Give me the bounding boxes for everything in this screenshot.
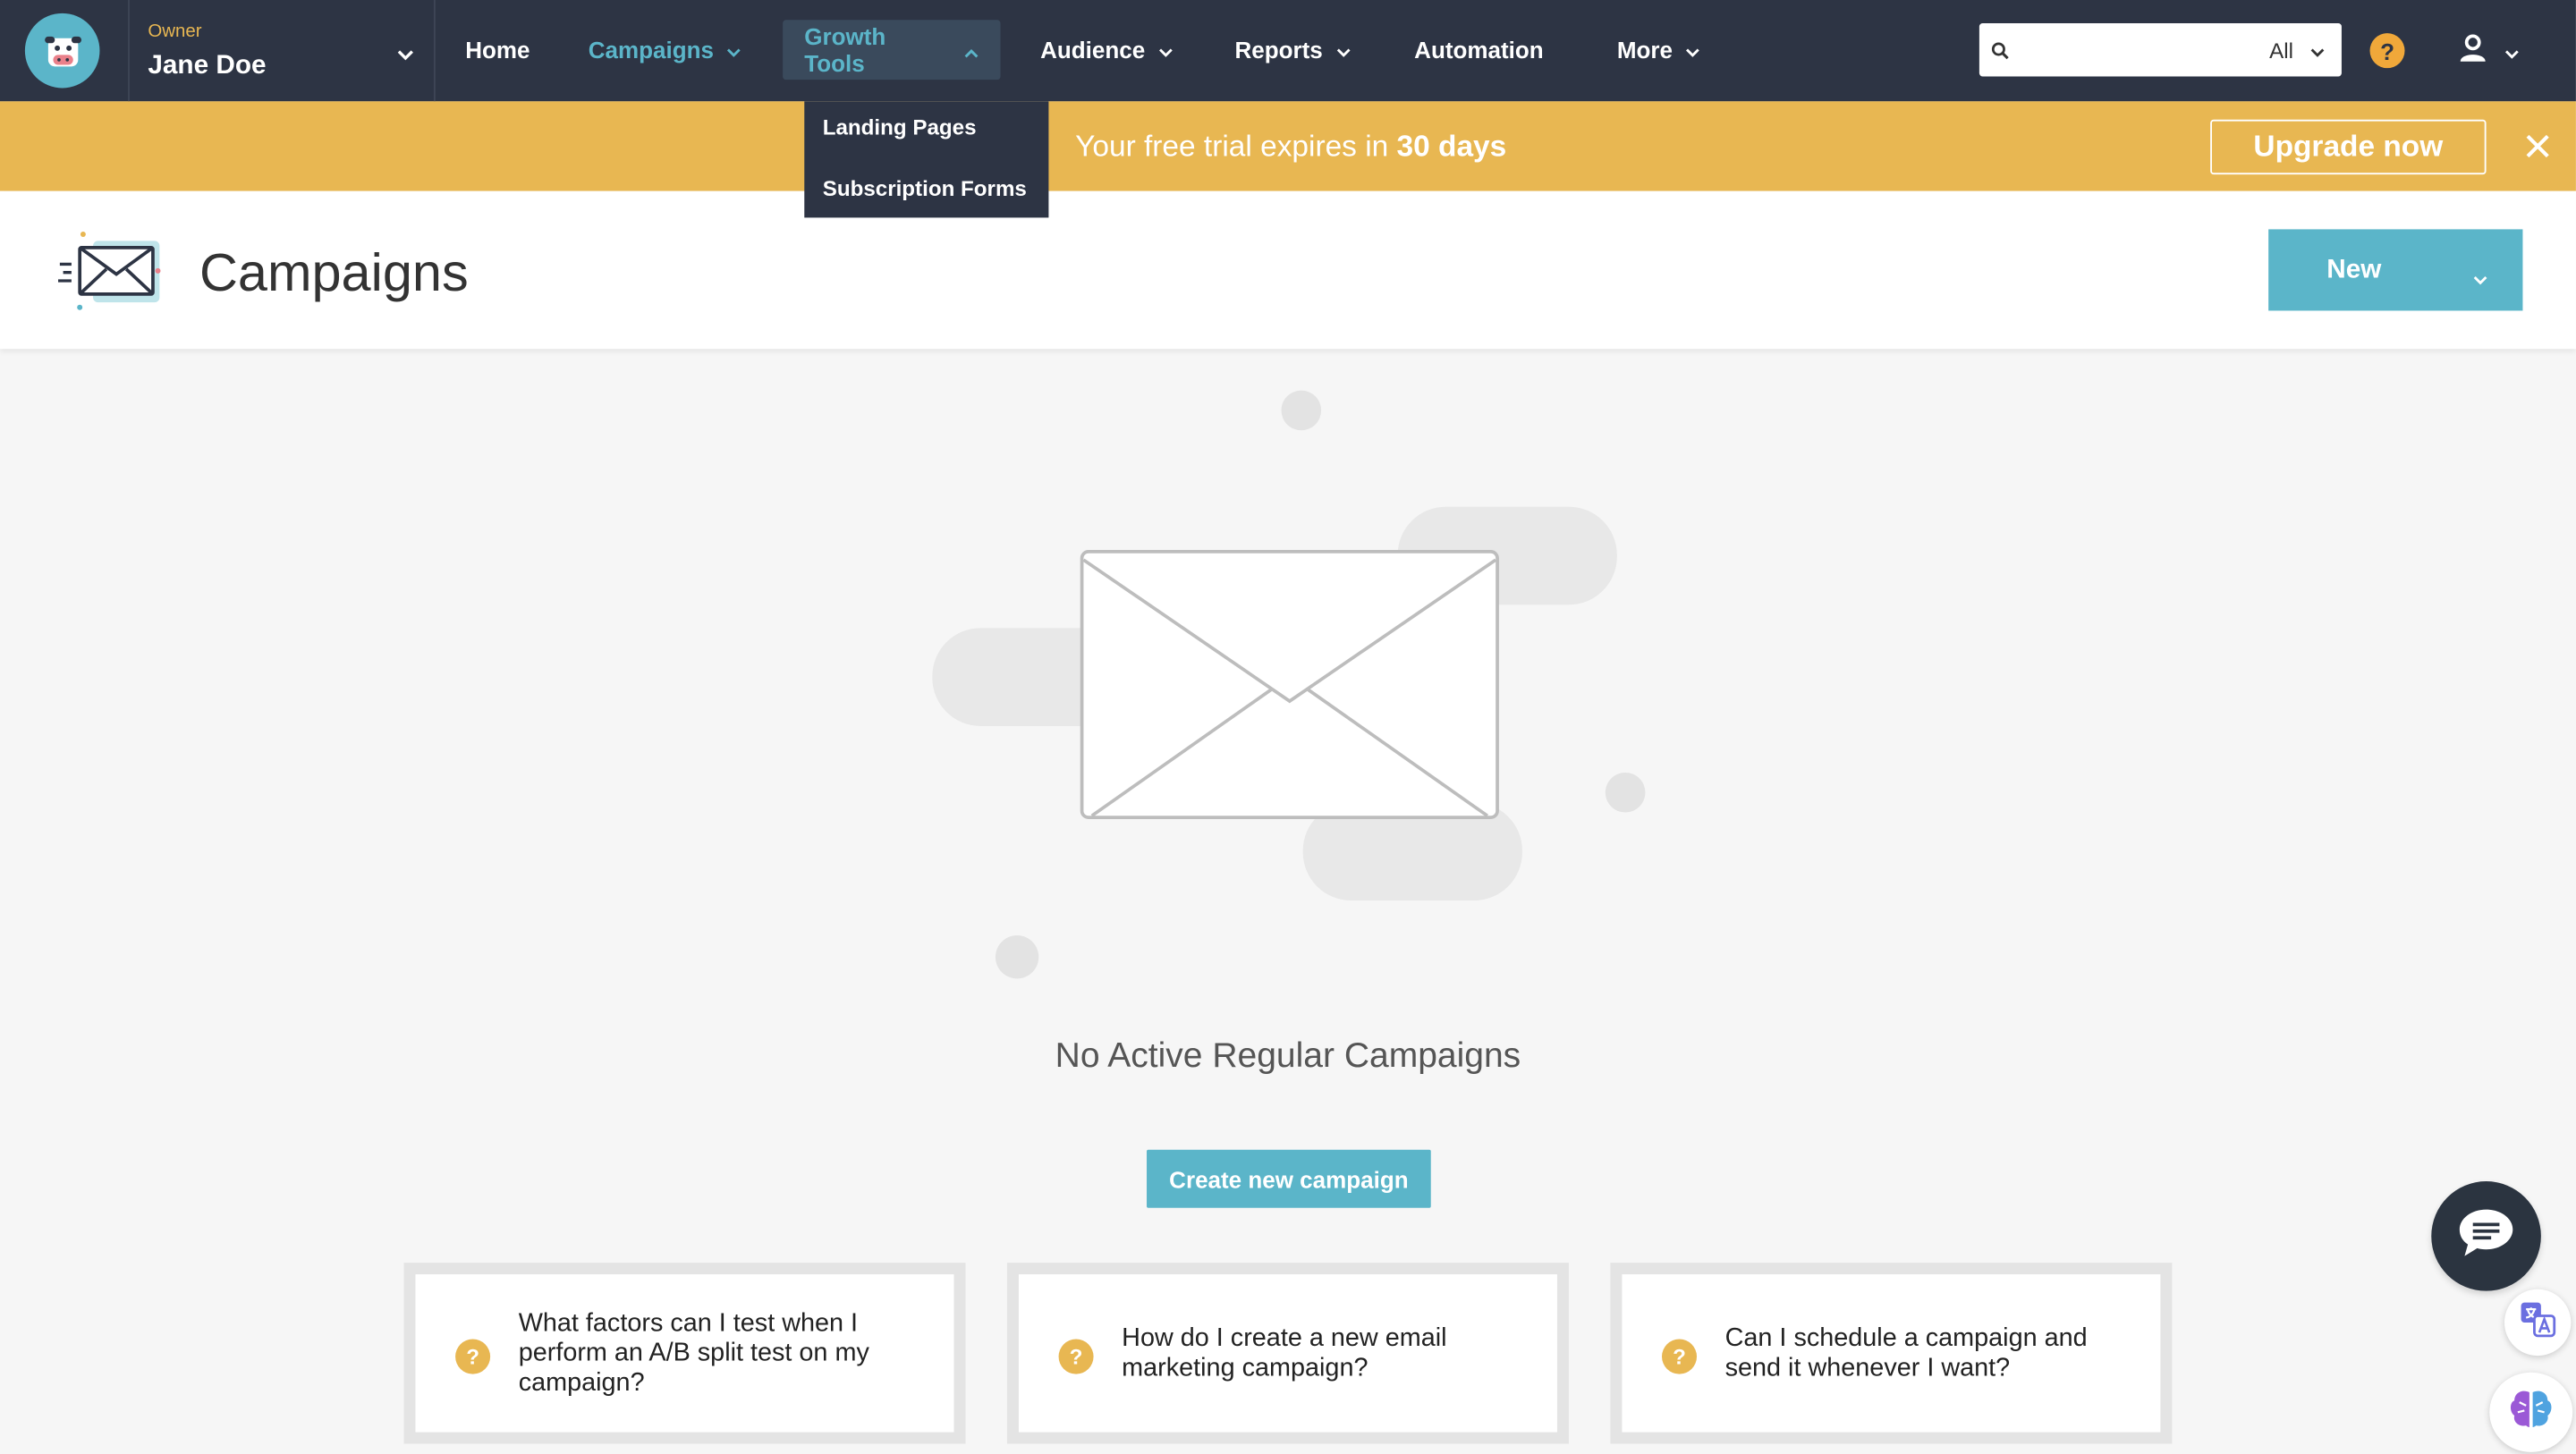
chevron-down-icon xyxy=(2504,38,2520,67)
nav-home-label: Home xyxy=(465,36,530,63)
help-icon[interactable]: ? xyxy=(2369,33,2405,69)
search-icon xyxy=(1991,38,2009,68)
menu-item-subscription-forms[interactable]: Subscription Forms xyxy=(804,174,1048,236)
nav-growth-tools-label: Growth Tools xyxy=(804,23,886,77)
search-input[interactable] xyxy=(2019,30,2252,71)
chevron-down-icon xyxy=(1686,37,1701,63)
nav-reports-label: Reports xyxy=(1234,36,1323,63)
upgrade-button[interactable]: Upgrade now xyxy=(2210,119,2487,175)
account-role: Owner xyxy=(148,21,202,42)
account-switcher[interactable]: Owner Jane Doe xyxy=(128,0,436,102)
nav-growth-tools[interactable]: Growth Tools xyxy=(783,20,1001,80)
chat-button[interactable] xyxy=(2431,1181,2541,1291)
search-scope-select[interactable]: All xyxy=(2269,23,2325,76)
page-title: Campaigns xyxy=(199,242,469,303)
growth-tools-menu: Landing Pages Subscription Forms xyxy=(804,101,1049,218)
nav-campaigns-label: Campaigns xyxy=(588,36,714,63)
faq-card[interactable]: ? What factors can I test when I perform… xyxy=(403,1263,966,1444)
nav-automation[interactable]: Automation xyxy=(1393,20,1565,80)
question-icon: ? xyxy=(1058,1339,1094,1374)
close-icon[interactable] xyxy=(2524,133,2551,168)
trial-message: Your free trial expires in 30 days xyxy=(1075,130,1506,165)
create-campaign-button[interactable]: Create new campaign xyxy=(1147,1149,1431,1208)
question-icon: ? xyxy=(1662,1339,1698,1374)
user-icon xyxy=(2458,33,2487,72)
trial-days: 30 days xyxy=(1396,129,1507,164)
faq-question: Can I schedule a campaign and send it wh… xyxy=(1724,1323,2088,1382)
new-button-label: New xyxy=(2326,255,2382,283)
chevron-up-icon xyxy=(964,37,979,63)
faq-card[interactable]: ? How do I create a new email marketing … xyxy=(1006,1263,1569,1444)
nav-home[interactable]: Home xyxy=(444,20,552,80)
nav-audience[interactable]: Audience xyxy=(1019,20,1195,80)
chat-icon xyxy=(2456,1205,2516,1267)
page-header: Campaigns New xyxy=(0,190,2576,350)
chevron-down-icon xyxy=(1336,37,1352,63)
chevron-down-icon xyxy=(397,40,414,70)
new-button[interactable]: New xyxy=(2268,229,2523,311)
question-icon: ? xyxy=(455,1339,491,1374)
faq-card[interactable]: ? Can I schedule a campaign and send it … xyxy=(1610,1263,2173,1444)
translate-icon xyxy=(2520,1300,2556,1345)
menu-item-landing-pages[interactable]: Landing Pages xyxy=(804,113,1048,174)
faq-card-body: ? How do I create a new email marketing … xyxy=(1018,1274,1557,1433)
faq-card-body: ? What factors can I test when I perform… xyxy=(415,1274,954,1433)
search-scope-value: All xyxy=(2269,37,2294,63)
user-menu[interactable] xyxy=(2458,33,2520,72)
chevron-down-icon xyxy=(1158,37,1174,63)
nav-campaigns[interactable]: Campaigns xyxy=(567,20,764,80)
faq-card-body: ? Can I schedule a campaign and send it … xyxy=(1622,1274,2161,1433)
nav-reports[interactable]: Reports xyxy=(1213,20,1372,80)
account-name: Jane Doe xyxy=(148,51,267,80)
translate-button[interactable] xyxy=(2504,1289,2572,1357)
nav-automation-label: Automation xyxy=(1414,36,1544,63)
brain-icon xyxy=(2508,1387,2555,1439)
global-search: All xyxy=(1979,23,2342,77)
chevron-down-icon xyxy=(2310,38,2326,63)
assistant-button[interactable] xyxy=(2489,1372,2573,1452)
faq-question: How do I create a new email marketing ca… xyxy=(1122,1323,1447,1382)
trial-banner: Your free trial expires in 30 days Upgra… xyxy=(0,101,2576,191)
nav-more[interactable]: More xyxy=(1596,20,1723,80)
chevron-down-icon xyxy=(727,37,742,63)
empty-state-illustration xyxy=(922,374,1654,997)
campaign-envelope-icon xyxy=(56,228,166,323)
trial-message-text: Your free trial expires in xyxy=(1075,129,1397,164)
empty-state-title: No Active Regular Campaigns xyxy=(1055,1036,1521,1076)
top-navbar: Owner Jane Doe Home Campaigns Growth Too… xyxy=(0,0,2576,102)
faq-question: What factors can I test when I perform a… xyxy=(518,1308,869,1397)
nav-more-label: More xyxy=(1616,36,1673,63)
nav-audience-label: Audience xyxy=(1040,36,1146,63)
chevron-down-icon[interactable] xyxy=(2473,264,2488,293)
logo-icon[interactable] xyxy=(24,13,100,89)
